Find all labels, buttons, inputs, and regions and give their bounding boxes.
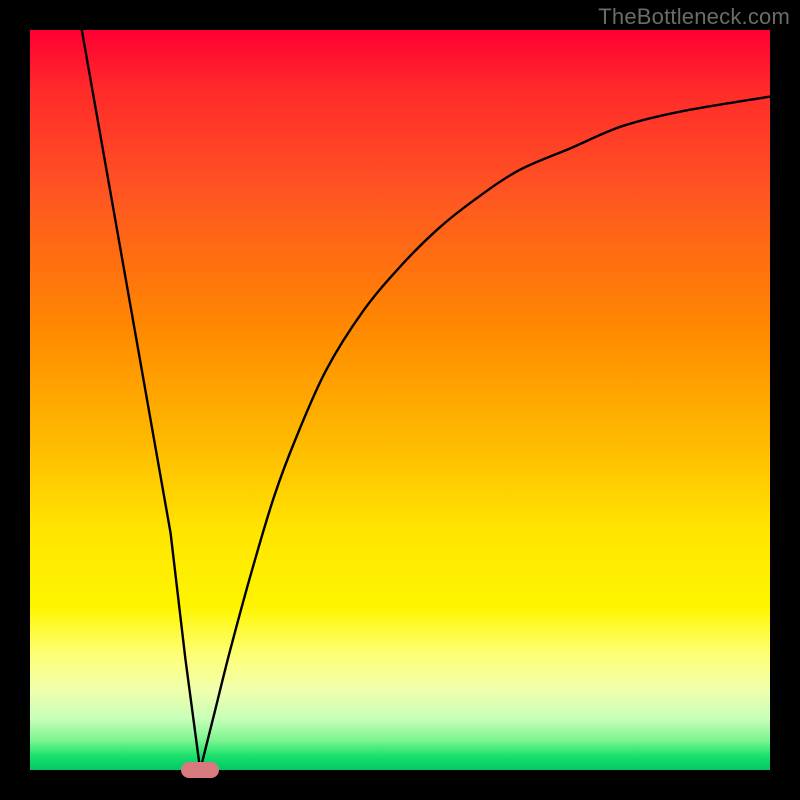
minimum-marker [181, 762, 219, 778]
bottleneck-curve [30, 30, 770, 770]
plot-area [30, 30, 770, 770]
curve-left-branch [82, 30, 200, 770]
chart-frame: TheBottleneck.com [0, 0, 800, 800]
curve-right-branch [200, 97, 770, 770]
watermark-text: TheBottleneck.com [598, 4, 790, 30]
